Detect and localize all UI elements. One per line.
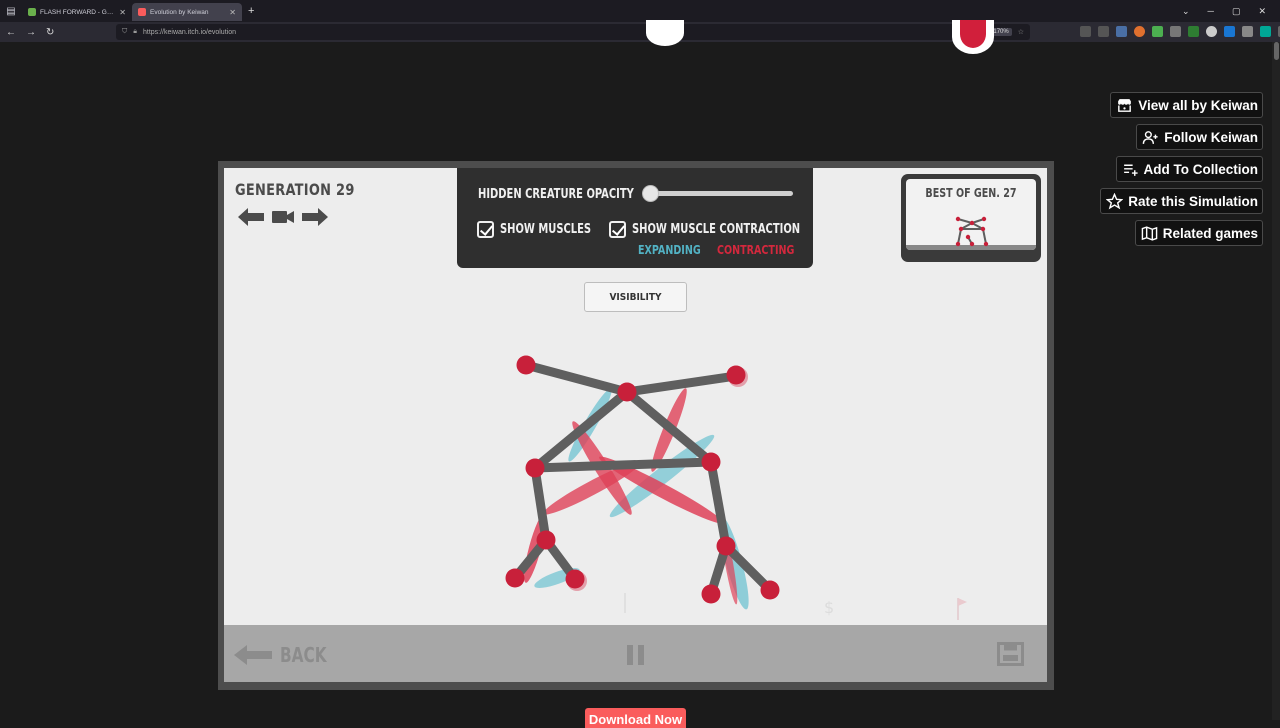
joint — [701, 452, 721, 472]
minimize-icon[interactable]: ─ — [1208, 6, 1214, 17]
back-arrow-icon[interactable]: ← — [6, 27, 16, 38]
related-games-button[interactable]: Related games — [1134, 220, 1263, 246]
creature-scene: $ — [505, 355, 967, 620]
button-label: Rate this Simulation — [1128, 193, 1258, 209]
extension-icon[interactable] — [1206, 26, 1217, 37]
joint — [525, 458, 545, 478]
extension-icon[interactable] — [1224, 26, 1235, 37]
map-icon — [1141, 225, 1157, 241]
bone — [706, 457, 731, 551]
close-tab-icon[interactable]: ✕ — [229, 8, 236, 17]
bone — [530, 387, 632, 473]
button-label: View all by Keiwan — [1138, 97, 1258, 113]
button-label: Follow Keiwan — [1164, 129, 1258, 145]
add-to-collection-button[interactable]: Add To Collection — [1115, 156, 1263, 182]
tab-evolution[interactable]: Evolution by Keiwan ✕ — [132, 3, 242, 21]
itch-page: View all by Keiwan Follow Keiwan Add To … — [0, 20, 1280, 728]
svg-text:$: $ — [824, 598, 834, 617]
url-bar[interactable]: ⛉ 🔒︎ https://keiwan.itch.io/evolution 17… — [116, 24, 1030, 40]
extension-icon[interactable] — [1116, 26, 1127, 37]
tab-overflow-icon[interactable]: ⌄ — [1182, 6, 1190, 17]
download-now-button[interactable]: Download Now — [585, 708, 686, 728]
new-tab-button[interactable]: + — [242, 5, 260, 17]
extension-icon[interactable] — [1188, 26, 1199, 37]
tab-flash-forward[interactable]: FLASH FORWARD - Google Dri ✕ — [22, 3, 132, 21]
browser-tab-bar: ▤ FLASH FORWARD - Google Dri ✕ Evolution… — [0, 0, 1280, 22]
back-label: BACK — [280, 643, 327, 667]
star-icon — [1106, 192, 1124, 209]
button-label: Related games — [1162, 225, 1258, 241]
itch-side-buttons: View all by Keiwan Follow Keiwan Add To … — [1100, 92, 1263, 246]
button-label: Add To Collection — [1143, 161, 1259, 177]
scrollbar[interactable] — [1272, 42, 1280, 720]
itch-icon — [1118, 98, 1132, 112]
back-button[interactable]: BACK — [234, 643, 335, 667]
itch-favicon-icon — [138, 8, 146, 16]
bone — [622, 387, 716, 467]
joint — [726, 365, 746, 385]
close-window-icon[interactable]: ✕ — [1258, 6, 1266, 17]
joint — [536, 530, 556, 550]
pocket-icon[interactable] — [1080, 26, 1091, 37]
browser-nav-bar: ← → ↻ ⛉ 🔒︎ https://keiwan.itch.io/evolut… — [0, 22, 1280, 42]
back-arrow-icon — [234, 645, 272, 665]
forward-arrow-icon[interactable]: → — [26, 27, 36, 38]
google-drive-icon — [28, 8, 36, 16]
url-text: https://keiwan.itch.io/evolution — [142, 28, 236, 36]
rate-simulation-button[interactable]: Rate this Simulation — [1100, 188, 1263, 214]
playlist-add-icon — [1123, 164, 1138, 176]
joint — [701, 584, 721, 604]
game-canvas[interactable]: GENERATION 29 HIDDEN CREATURE OPACITY SH… — [224, 168, 1047, 682]
follow-keiwan-button[interactable]: Follow Keiwan — [1136, 124, 1263, 150]
extension-icon[interactable] — [1242, 26, 1253, 37]
lock-icon: 🔒︎ — [133, 28, 137, 35]
extension-toolbar — [1080, 26, 1280, 37]
joint — [716, 536, 736, 556]
joint — [516, 355, 536, 375]
save-icon[interactable] — [997, 642, 1024, 666]
scrollbar-thumb[interactable] — [1274, 42, 1279, 60]
game-bottom-bar: BACK — [224, 625, 1047, 682]
joint — [505, 568, 525, 588]
bookmark-star-icon[interactable]: ☆ — [1018, 28, 1024, 36]
decorative-circle — [646, 20, 684, 46]
maximize-icon[interactable]: ▢ — [1232, 6, 1241, 17]
extension-icon[interactable] — [1260, 26, 1271, 37]
decorative-circle — [960, 20, 986, 48]
joint — [617, 382, 637, 402]
joint — [565, 569, 585, 589]
game-frame: GENERATION 29 HIDDEN CREATURE OPACITY SH… — [218, 161, 1054, 690]
view-all-by-keiwan-button[interactable]: View all by Keiwan — [1110, 92, 1263, 118]
shield-icon: ⛉ — [122, 28, 128, 35]
extension-icon[interactable] — [1170, 26, 1181, 37]
bone — [521, 360, 632, 397]
tab-label: Evolution by Keiwan — [150, 8, 209, 16]
tab-label: FLASH FORWARD - Google Dri — [40, 8, 115, 16]
tab-list-icon[interactable]: ▤ — [0, 0, 22, 22]
background-flags: $ — [624, 593, 967, 620]
joint — [760, 580, 780, 600]
window-controls: ⌄ ─ ▢ ✕ — [1182, 6, 1280, 17]
extension-icon[interactable] — [1134, 26, 1145, 37]
extension-icon[interactable] — [1152, 26, 1163, 37]
bone — [530, 457, 716, 473]
pause-icon[interactable] — [627, 645, 645, 665]
bone — [622, 371, 741, 397]
close-tab-icon[interactable]: ✕ — [119, 8, 126, 17]
user-plus-icon — [1142, 130, 1158, 144]
reload-icon[interactable]: ↻ — [46, 27, 54, 38]
downloads-icon[interactable] — [1098, 26, 1109, 37]
